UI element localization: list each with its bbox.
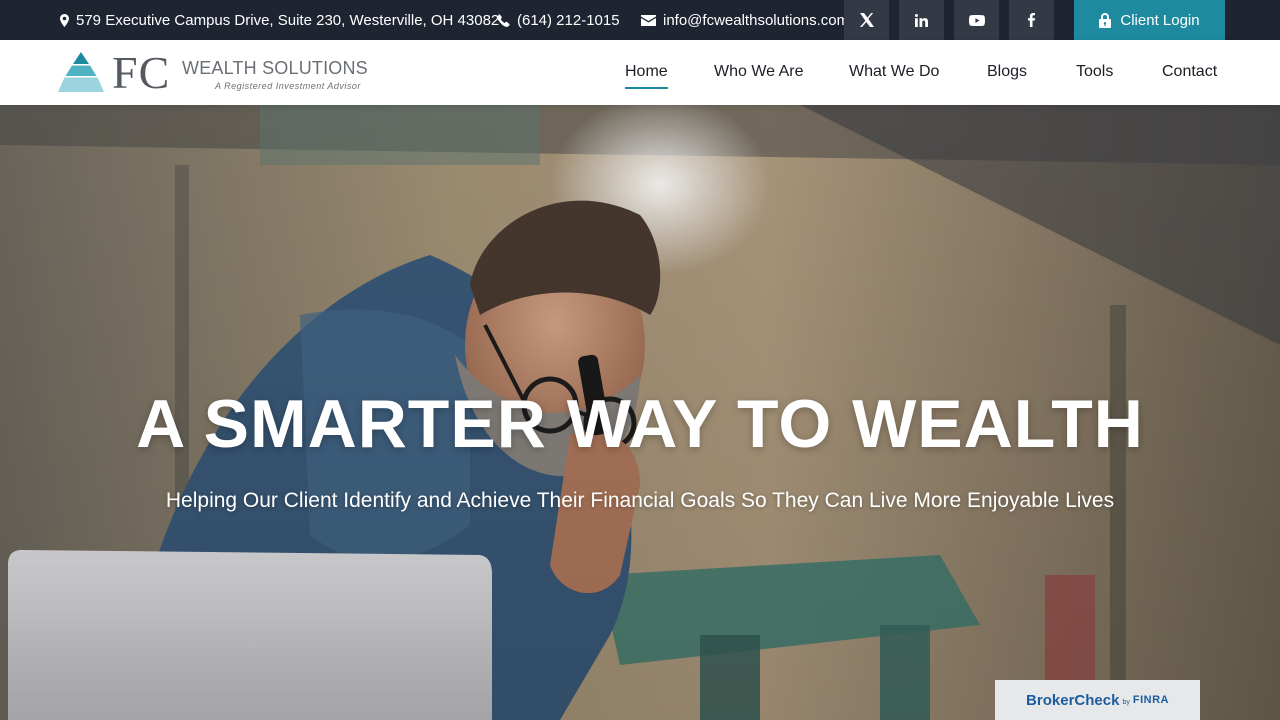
x-twitter-icon (859, 13, 874, 27)
linkedin-link[interactable] (899, 0, 944, 40)
nav-item-contact[interactable]: Contact (1162, 63, 1217, 81)
hero-banner: A SMARTER WAY TO WEALTH Helping Our Clie… (0, 105, 1280, 720)
nav-item-what-we-do[interactable]: What We Do (849, 63, 939, 81)
address-text: 579 Executive Campus Drive, Suite 230, W… (76, 11, 500, 29)
brokercheck-label: BrokerCheck (1026, 691, 1120, 709)
hero-title: A SMARTER WAY TO WEALTH (136, 386, 1144, 462)
phone-info[interactable]: (614) 212-1015 (497, 0, 620, 40)
envelope-icon (641, 14, 656, 26)
nav-item-who-we-are[interactable]: Who We Are (714, 63, 804, 81)
nav-item-tools[interactable]: Tools (1076, 63, 1113, 81)
pyramid-logo-icon (58, 52, 104, 92)
address-info: 579 Executive Campus Drive, Suite 230, W… (60, 0, 499, 40)
phone-text[interactable]: (614) 212-1015 (517, 12, 620, 29)
logo-name: WEALTH SOLUTIONS (182, 58, 368, 78)
email-info[interactable]: info@fcwealthsolutions.com (641, 0, 849, 40)
logo[interactable]: FC WEALTH SOLUTIONS A Registered Investm… (58, 47, 368, 98)
top-bar: 579 Executive Campus Drive, Suite 230, W… (0, 0, 1280, 40)
nav-item-home[interactable]: Home (625, 63, 668, 89)
lock-icon (1099, 12, 1112, 28)
youtube-link[interactable] (954, 0, 999, 40)
client-login-button[interactable]: Client Login (1074, 0, 1225, 40)
brokercheck-by: by (1122, 698, 1130, 706)
youtube-icon (968, 14, 985, 26)
brokercheck-badge[interactable]: BrokerCheck by FINRA (995, 680, 1200, 720)
email-text[interactable]: info@fcwealthsolutions.com (663, 12, 849, 29)
brokercheck-finra: FINRA (1132, 694, 1169, 706)
linkedin-icon (915, 13, 928, 27)
hero-subtitle: Helping Our Client Identify and Achieve … (165, 489, 1115, 512)
client-login-label: Client Login (1120, 11, 1200, 29)
phone-icon (497, 13, 510, 27)
x-twitter-link[interactable] (844, 0, 889, 40)
nav-item-blogs[interactable]: Blogs (987, 63, 1027, 81)
map-pin-icon (60, 13, 69, 27)
site-header: FC WEALTH SOLUTIONS A Registered Investm… (0, 40, 1280, 105)
facebook-icon (1028, 13, 1035, 27)
logo-initials: FC (112, 47, 171, 98)
facebook-link[interactable] (1009, 0, 1054, 40)
logo-tagline: A Registered Investment Advisor (215, 81, 361, 91)
